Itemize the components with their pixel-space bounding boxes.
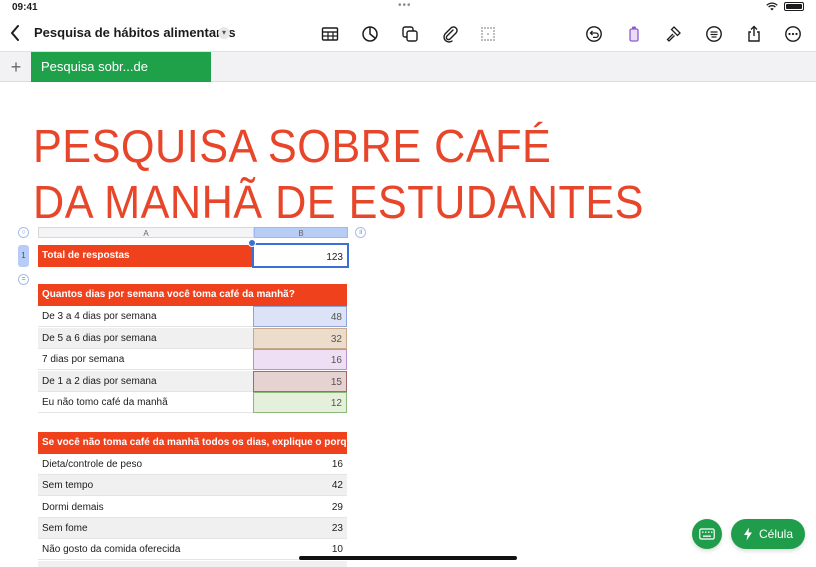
undo-icon[interactable] [584, 24, 604, 44]
column-header-a[interactable]: A [38, 227, 254, 238]
lightning-icon [743, 527, 752, 541]
page-title[interactable]: PESQUISA SOBRE CAFÉ DA MANHÃ DE ESTUDANT… [33, 118, 644, 230]
column-resize-icon[interactable]: ॥ [355, 227, 366, 238]
days-row-label[interactable]: 7 dias por semana [38, 349, 253, 370]
page-title-line-1: PESQUISA SOBRE CAFÉ [33, 120, 552, 172]
table-icon[interactable] [320, 24, 340, 44]
reason-row-label[interactable]: Sem tempo [38, 475, 253, 496]
reason-row-label[interactable]: Sem fome [38, 518, 253, 539]
days-row-value[interactable]: 48 [253, 306, 347, 327]
reasons-header[interactable]: Se você não toma café da manhã todos os … [38, 432, 347, 454]
days-row-value[interactable]: 32 [253, 328, 347, 349]
selection-handle[interactable] [248, 239, 256, 247]
status-icons [766, 2, 804, 11]
page-title-line-2: DA MANHÃ DE ESTUDANTES [33, 176, 644, 228]
more-icon[interactable] [783, 24, 803, 44]
reason-row-value[interactable]: 29 [253, 497, 347, 518]
back-icon[interactable] [6, 22, 24, 44]
comment-list-icon[interactable] [704, 24, 724, 44]
days-row-value[interactable]: 16 [253, 349, 347, 370]
cell-action-button[interactable]: Célula [731, 519, 805, 549]
days-row-label[interactable]: De 5 a 6 dias por semana [38, 328, 253, 349]
shapes-icon[interactable] [400, 24, 420, 44]
days-row-value[interactable]: 12 [253, 392, 347, 413]
reason-row-label[interactable]: Dormi demais [38, 497, 253, 518]
days-row-value[interactable]: 15 [253, 371, 347, 392]
cell-action-label: Célula [758, 527, 794, 541]
attachment-icon[interactable] [440, 24, 460, 44]
keyboard-icon [699, 528, 715, 540]
grid-icon[interactable] [478, 24, 498, 44]
reason-row-value[interactable]: 16 [253, 454, 347, 475]
total-responses-value[interactable]: 123 [252, 243, 349, 268]
column-header-b[interactable]: B [254, 227, 348, 238]
add-sheet-icon[interactable]: + [6, 56, 26, 78]
wifi-icon [766, 2, 778, 11]
multitasking-dots[interactable]: ••• [398, 0, 412, 11]
reason-row-value[interactable]: 23 [253, 518, 347, 539]
sheet-tab-bar: + Pesquisa sobr...de estudantes [0, 52, 816, 104]
format-brush-icon[interactable] [624, 24, 644, 44]
status-bar: 09:41 ••• [0, 0, 816, 16]
keyboard-button[interactable] [692, 519, 722, 549]
total-responses-label[interactable]: Total de respostas [38, 245, 252, 267]
reason-row-value[interactable]: 42 [253, 475, 347, 496]
row-resize-icon[interactable]: = [18, 274, 29, 285]
table-handle-icon[interactable]: ○ [18, 227, 29, 238]
hammer-icon[interactable] [664, 24, 684, 44]
days-per-week-header[interactable]: Quantos dias por semana você toma café d… [38, 284, 347, 306]
reason-row-label[interactable]: Não gosto da comida oferecida [38, 539, 253, 560]
chart-icon[interactable] [360, 24, 380, 44]
share-icon[interactable] [744, 24, 764, 44]
home-indicator[interactable] [299, 556, 517, 560]
days-row-label[interactable]: Eu não tomo café da manhã [38, 392, 253, 413]
battery-icon [784, 2, 804, 11]
reason-row-label[interactable]: Dieta/controle de peso [38, 454, 253, 475]
clock: 09:41 [12, 2, 38, 13]
days-row-label[interactable]: De 1 a 2 dias por semana [38, 371, 253, 392]
row-header-1[interactable]: 1 [18, 245, 29, 267]
tab-sheet-1[interactable]: Pesquisa sobr...de estudantes [31, 52, 211, 104]
days-row-label[interactable]: De 3 a 4 dias por semana [38, 306, 253, 327]
table-row-partial [38, 561, 347, 567]
chevron-down-icon[interactable]: ▾ [218, 27, 230, 39]
document-title[interactable]: Pesquisa de hábitos alimentares [34, 25, 236, 40]
document-toolbar: Pesquisa de hábitos alimentares ▾ [0, 16, 816, 52]
